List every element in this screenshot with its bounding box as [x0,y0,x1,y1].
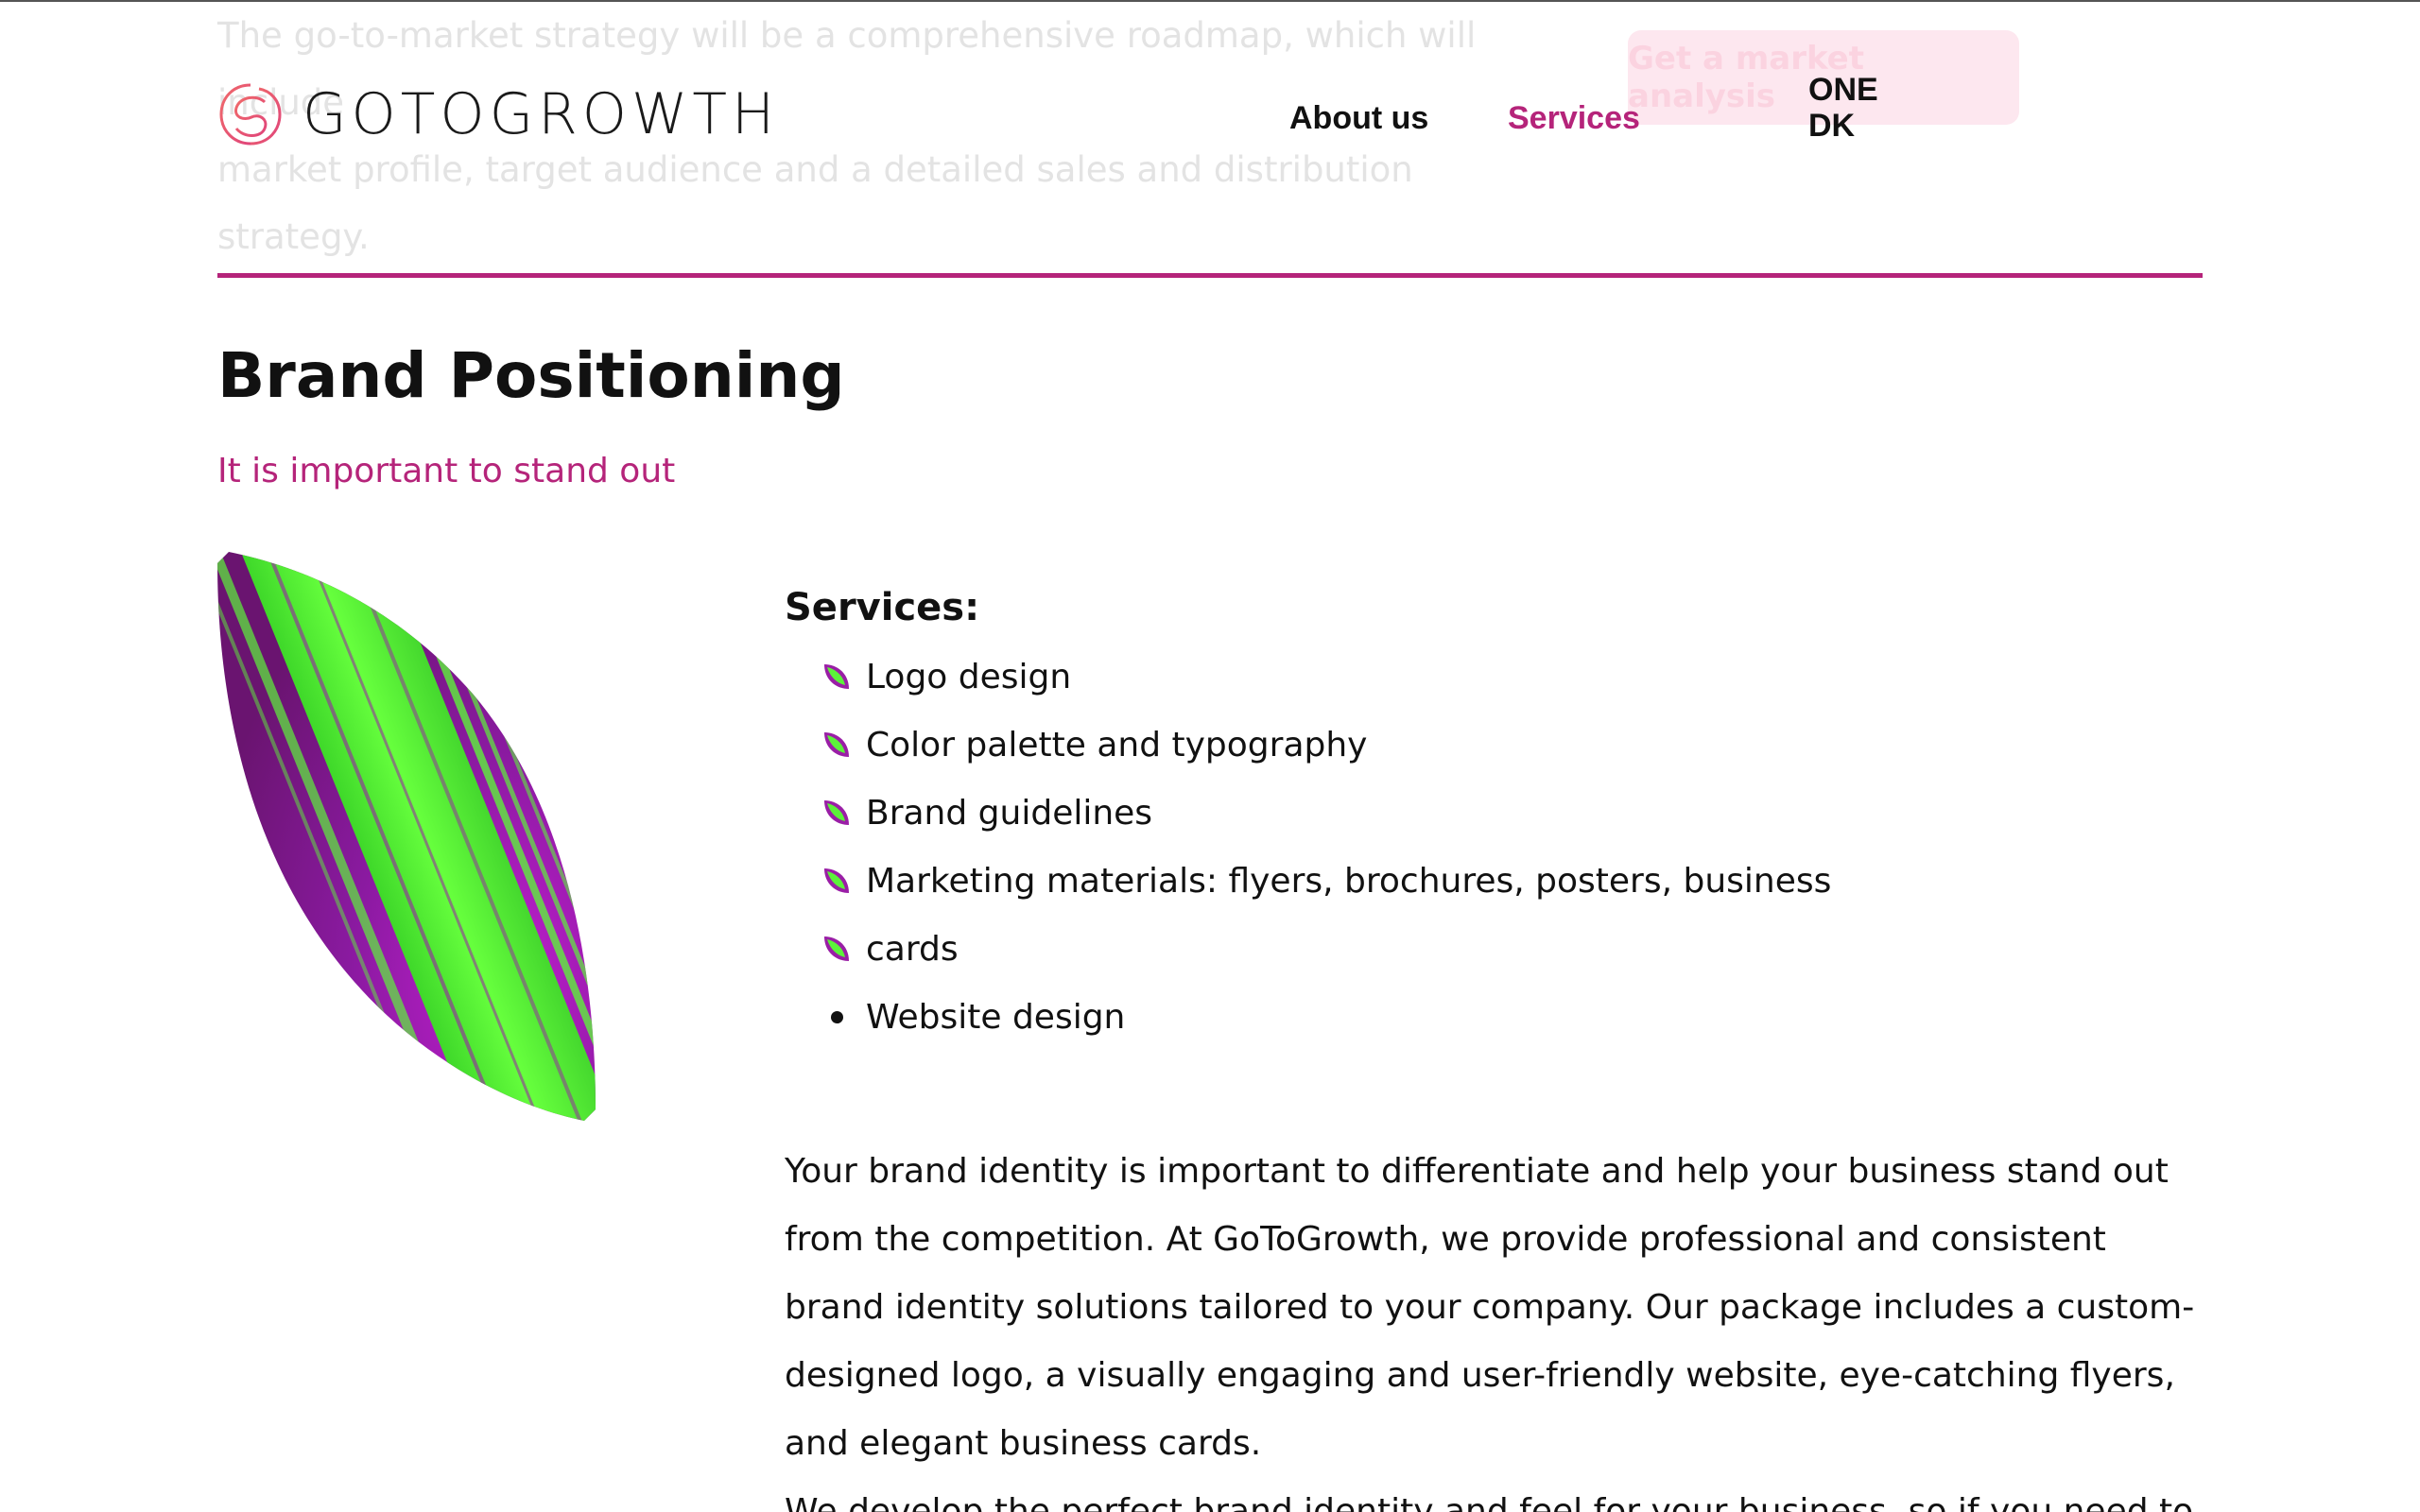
leaf-bullet-icon [824,936,849,961]
language-switcher[interactable]: ONE DK [1808,72,1878,144]
logo-text: GOTOGROWTH [302,81,780,147]
service-label: Marketing materials: flyers, brochures, … [866,861,1832,901]
list-item: Logo design [822,643,2203,711]
site-header: GOTOGROWTH About us Services ONE DK [0,0,2420,170]
list-item: Brand guidelines [822,779,2203,847]
services-content: Services: Logo design Color palette and … [785,586,2203,1512]
service-label: cards [866,929,959,969]
leaf-hero-image [217,552,596,1121]
service-label: Color palette and typography [866,725,1368,765]
page: The go-to-market strategy will be a comp… [0,0,2420,1512]
description-paragraph: Your brand identity is important to diff… [785,1152,2195,1463]
service-label: Website design [866,997,1126,1037]
service-label: Brand guidelines [866,793,1153,833]
services-list: Logo design Color palette and typography… [785,643,2203,1051]
description-continued-paragraph: We develop the perfect brand identity an… [785,1492,2203,1512]
logo-link[interactable]: GOTOGROWTH [216,79,779,149]
services-heading: Services: [785,586,980,629]
leaf-bullet-icon [824,664,849,689]
list-item: Marketing materials: flyers, brochures, … [822,847,2203,915]
leaf-bullet-icon [824,868,849,893]
language-option-dk: DK [1808,108,1856,144]
nav-about-us[interactable]: About us [1289,100,1428,137]
language-option-one: ONE [1808,72,1878,108]
list-item: cards [822,915,2203,983]
leaf-bullet-icon [824,800,849,825]
nav-services[interactable]: Services [1508,100,1640,137]
service-label: Logo design [866,657,1072,696]
leaf-bullet-icon [824,732,849,757]
dot-bullet-icon [822,1003,851,1031]
page-title: Brand Positioning [217,339,845,412]
list-item: Website design [822,983,2203,1051]
list-item: Color palette and typography [822,711,2203,779]
page-subtitle: It is important to stand out [217,452,676,490]
gotogrowth-logo-icon [219,83,282,146]
header-divider [217,273,2203,278]
